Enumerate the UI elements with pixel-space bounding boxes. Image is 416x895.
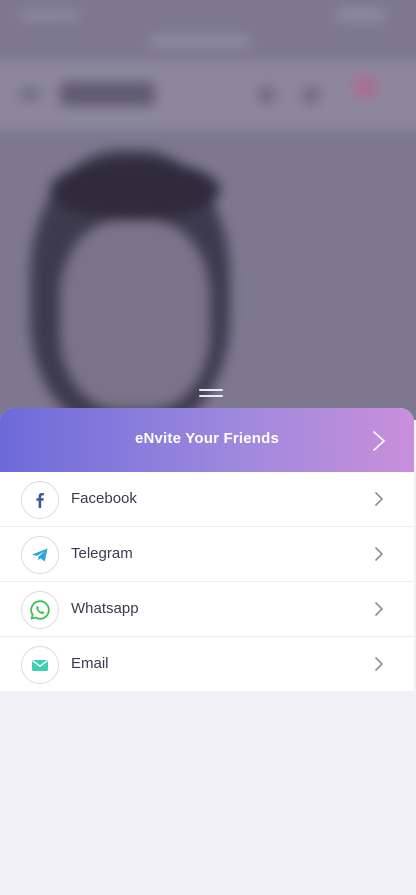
menu-icon	[20, 88, 40, 100]
share-option-label: Whatsapp	[71, 600, 139, 617]
facebook-icon	[21, 481, 59, 519]
chevron-right-icon[interactable]	[372, 430, 386, 452]
blurred-content	[0, 0, 416, 420]
share-option-email[interactable]: Email	[0, 637, 414, 691]
user-icon	[302, 86, 320, 104]
chevron-right-icon	[375, 547, 383, 561]
share-option-telegram[interactable]: Telegram	[0, 527, 414, 582]
telegram-icon	[21, 536, 59, 574]
chevron-right-icon	[375, 657, 383, 671]
blurred-background-page	[0, 0, 416, 420]
cart-icon	[352, 74, 378, 100]
profile-photo-hair	[50, 160, 220, 220]
profile-photo-face	[60, 220, 210, 410]
status-time	[20, 10, 80, 20]
whatsapp-icon	[21, 591, 59, 629]
search-icon	[258, 86, 276, 104]
sheet-title: eNvite Your Friends	[134, 430, 280, 447]
share-option-label: Telegram	[71, 545, 133, 562]
chevron-right-icon	[375, 602, 383, 616]
chevron-right-icon	[375, 492, 383, 506]
sheet-drag-handle[interactable]	[199, 389, 223, 401]
app-logo	[60, 82, 155, 106]
sheet-header[interactable]: eNvite Your Friends	[0, 408, 414, 472]
email-icon	[21, 646, 59, 684]
share-option-label: Facebook	[71, 490, 137, 507]
share-option-label: Email	[71, 655, 109, 672]
share-bottom-sheet: eNvite Your Friends Facebook Telegram Wh…	[0, 408, 414, 691]
share-option-whatsapp[interactable]: Whatsapp	[0, 582, 414, 637]
url-bar	[150, 35, 250, 47]
status-battery	[336, 8, 386, 22]
share-option-facebook[interactable]: Facebook	[0, 472, 414, 527]
